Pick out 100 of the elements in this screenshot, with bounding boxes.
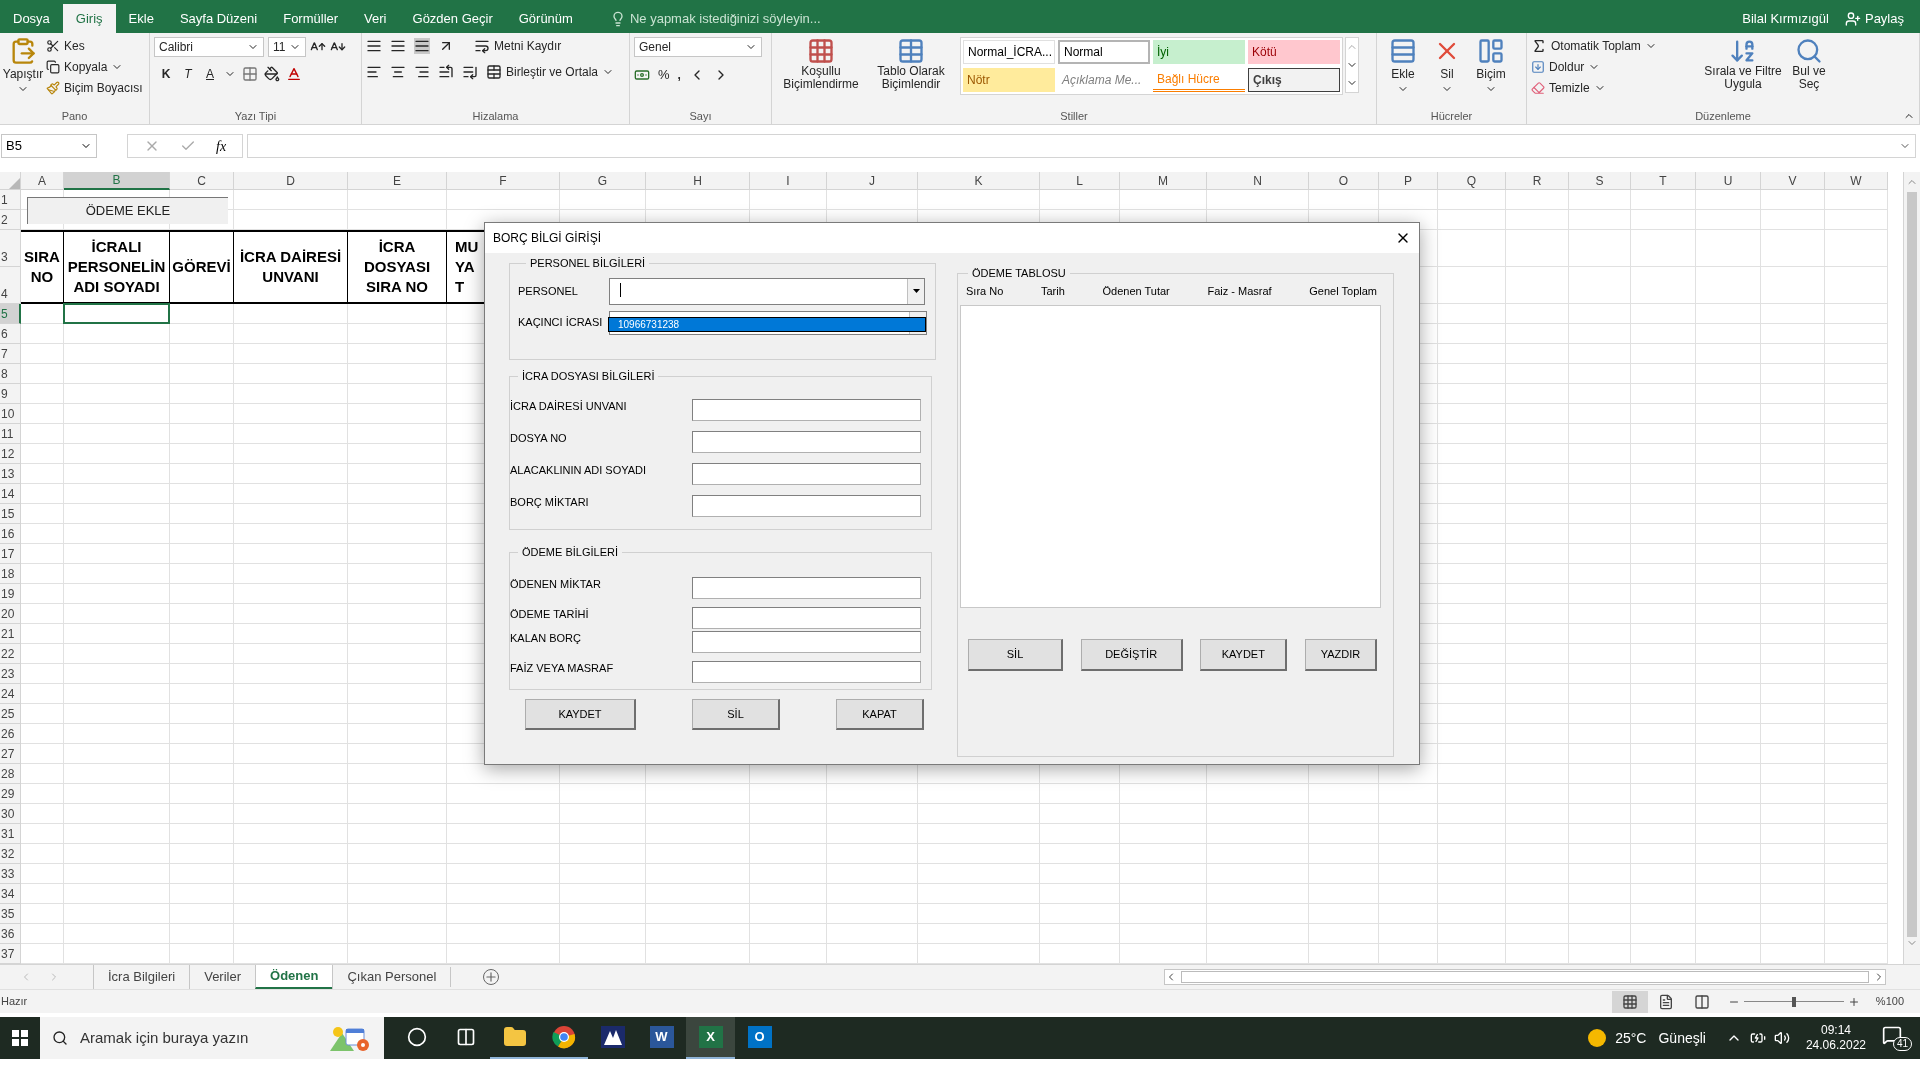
table-button[interactable]: KAYDET [1200, 639, 1288, 671]
row-header[interactable]: 30 [0, 804, 21, 824]
row-header[interactable]: 2 [0, 210, 21, 230]
zoom-slider-thumb[interactable] [1791, 996, 1796, 1007]
column-header[interactable]: R [1506, 172, 1569, 190]
ribbon-tab[interactable]: Dosya [0, 4, 63, 33]
row-header[interactable]: 10 [0, 404, 21, 424]
row-header[interactable]: 3 [0, 230, 21, 267]
dialog-button[interactable]: KAPAT [836, 699, 924, 730]
row-header[interactable]: 24 [0, 684, 21, 704]
row-header[interactable]: 9 [0, 384, 21, 404]
cut-button[interactable]: Kes [46, 37, 143, 55]
column-header[interactable]: K [918, 172, 1040, 190]
align-bottom-button[interactable] [414, 38, 430, 54]
row-header[interactable]: 18 [0, 564, 21, 584]
paste-button[interactable]: Yapıştır [4, 37, 42, 107]
row-header[interactable]: 1 [0, 190, 21, 210]
italic-button[interactable]: T [180, 65, 196, 83]
text-field[interactable] [692, 430, 921, 453]
merge-center-button[interactable]: Birleştir ve Ortala [486, 63, 615, 81]
align-top-button[interactable] [366, 38, 382, 54]
cell-style-tile[interactable]: Normal [1058, 40, 1150, 64]
column-header[interactable]: C [170, 172, 234, 190]
dropdown-option[interactable]: 10966731238 [609, 317, 925, 331]
ribbon-tab[interactable]: Ekle [115, 4, 167, 33]
column-header[interactable]: F [447, 172, 560, 190]
row-header[interactable]: 32 [0, 844, 21, 864]
format-painter-button[interactable]: Biçim Boyacısı [46, 79, 143, 97]
bold-button[interactable]: K [158, 65, 174, 83]
taskbar-search-field[interactable]: Aramak için buraya yazın [40, 1017, 384, 1059]
font-size-field[interactable]: 11 [268, 37, 306, 57]
row-header[interactable]: 25 [0, 704, 21, 724]
row-header[interactable]: 15 [0, 504, 21, 524]
vertical-scrollbar[interactable] [1903, 172, 1920, 964]
autosum-button[interactable]: Otomatik Toplam [1531, 37, 1661, 55]
row-header[interactable]: 6 [0, 324, 21, 344]
underline-button[interactable]: A [202, 65, 218, 83]
column-header[interactable]: M [1120, 172, 1207, 190]
ribbon-tab[interactable]: Veri [351, 4, 400, 33]
cell-style-tile[interactable]: Kötü [1248, 40, 1340, 64]
row-header[interactable]: 8 [0, 364, 21, 384]
column-header[interactable]: D [234, 172, 348, 190]
column-header[interactable]: U [1696, 172, 1761, 190]
row-header[interactable]: 37 [0, 944, 21, 964]
align-middle-button[interactable] [390, 38, 406, 54]
find-select-button[interactable]: Bul ve Seç [1785, 37, 1833, 107]
row-header[interactable]: 17 [0, 544, 21, 564]
align-right-button[interactable] [414, 64, 430, 80]
row-header[interactable]: 5 [0, 304, 21, 324]
cell-style-tile[interactable]: İyi [1153, 40, 1245, 64]
add-payment-button[interactable]: ÖDEME EKLE [27, 197, 228, 224]
row-header[interactable]: 31 [0, 824, 21, 844]
taskbar-app-button[interactable]: O [735, 1017, 784, 1059]
fill-color-button[interactable] [264, 66, 280, 82]
text-field[interactable] [692, 576, 921, 599]
dropdown-button[interactable] [907, 278, 924, 304]
column-header[interactable]: V [1761, 172, 1825, 190]
row-header[interactable]: 13 [0, 464, 21, 484]
text-field[interactable] [692, 630, 921, 653]
taskbar-app-button[interactable]: W [637, 1017, 686, 1059]
column-header[interactable]: T [1631, 172, 1696, 190]
column-header[interactable]: P [1379, 172, 1438, 190]
column-header[interactable]: O [1309, 172, 1379, 190]
borders-button[interactable] [242, 66, 258, 82]
font-name-field[interactable]: Calibri [154, 37, 264, 57]
column-header[interactable]: S [1569, 172, 1631, 190]
column-header[interactable]: J [827, 172, 918, 190]
row-header[interactable]: 35 [0, 904, 21, 924]
text-field[interactable] [692, 606, 921, 629]
percent-button[interactable]: % [658, 65, 670, 85]
taskbar-app-button[interactable]: X [686, 1017, 735, 1059]
comma-button[interactable]: , [677, 65, 681, 84]
increase-indent-button[interactable] [462, 64, 478, 80]
delete-button[interactable]: Sil [1425, 37, 1469, 107]
share-button[interactable]: Paylaş [1844, 4, 1920, 33]
text-field[interactable] [692, 660, 921, 683]
fill-button[interactable]: Doldur [1531, 58, 1661, 76]
row-header[interactable]: 33 [0, 864, 21, 884]
row-header[interactable]: 23 [0, 664, 21, 684]
selected-cell[interactable] [63, 303, 170, 324]
sort-filter-button[interactable]: Sırala ve Filtre Uygula [1701, 37, 1785, 107]
row-header[interactable]: 36 [0, 924, 21, 944]
row-header[interactable]: 4 [0, 267, 21, 304]
row-header[interactable]: 19 [0, 584, 21, 604]
row-header[interactable]: 16 [0, 524, 21, 544]
decrease-indent-button[interactable] [438, 64, 454, 80]
text-field[interactable] [692, 462, 921, 485]
cell-style-tile[interactable]: Normal_İCRA... [963, 40, 1055, 64]
format-table-button[interactable]: Tablo Olarak Biçimlendir [866, 37, 956, 107]
ribbon-tab[interactable]: Formüller [270, 4, 352, 33]
column-header[interactable]: Q [1438, 172, 1506, 190]
horizontal-scrollbar[interactable] [1164, 969, 1886, 985]
personnel-combo-box[interactable] [609, 277, 925, 305]
ribbon-tab[interactable]: Giriş [62, 4, 116, 33]
row-header[interactable]: 7 [0, 344, 21, 364]
row-header[interactable]: 14 [0, 484, 21, 504]
normal-view-button[interactable] [1611, 990, 1648, 1013]
column-header[interactable]: W [1825, 172, 1888, 190]
table-button[interactable]: DEĞİŞTİR [1080, 639, 1183, 671]
copy-button[interactable]: Kopyala [46, 58, 143, 76]
